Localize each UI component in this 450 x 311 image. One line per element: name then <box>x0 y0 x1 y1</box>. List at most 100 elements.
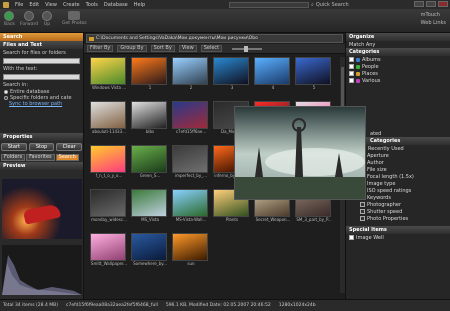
property-checkbox[interactable] <box>360 209 365 214</box>
maximize-button[interactable] <box>426 1 436 7</box>
properties-header[interactable]: Properties <box>0 133 83 141</box>
thumbnail-caption: 3 <box>230 85 234 90</box>
with-text-input[interactable] <box>3 74 80 80</box>
up-button[interactable]: Up <box>42 11 52 27</box>
categories-header: Categories <box>346 48 450 56</box>
thumbnail-item[interactable]: absuluti-11433... <box>90 101 128 141</box>
category-various[interactable]: Various <box>346 77 450 84</box>
menu-help[interactable]: Help <box>134 2 145 8</box>
menu-database[interactable]: Database <box>104 2 128 8</box>
thumbnail-caption: 2 <box>189 85 193 90</box>
slider-handle[interactable] <box>244 45 249 52</box>
clear-button[interactable]: Clear <box>56 143 83 151</box>
thumbnail-item[interactable]: blbs <box>131 101 169 141</box>
start-button[interactable]: Start <box>1 143 27 151</box>
thumbnail-image <box>172 101 208 129</box>
search-icon[interactable]: ⌕ <box>311 2 314 8</box>
sync-browser-link[interactable]: Sync to browser path <box>0 101 83 107</box>
group-by-button[interactable]: Group By <box>117 45 147 52</box>
menu-file[interactable]: File <box>15 2 23 8</box>
thumbnail-item[interactable]: MS-Vista-Wall... <box>172 189 210 229</box>
get-photos-button[interactable]: Get Photos <box>62 11 87 26</box>
thumbnail-item[interactable]: MS_Vista <box>131 189 169 229</box>
menu-view[interactable]: View <box>45 2 57 8</box>
thumbnail-item[interactable]: Windows Vista ... <box>90 57 128 97</box>
thumbnail-item[interactable]: 4 <box>254 57 292 97</box>
mtouch-link[interactable]: mTouch <box>421 11 446 19</box>
thumbnail-item[interactable]: monday_widesc... <box>90 189 128 229</box>
thumbnail-caption: Secret_Weapon... <box>255 217 291 222</box>
quick-search-input[interactable] <box>229 1 309 8</box>
back-button[interactable]: Back <box>4 11 15 27</box>
address-bar[interactable]: C:\Documents and Settings\VaDaka\Мои док… <box>86 34 343 43</box>
search-panel-header: Search <box>0 33 83 41</box>
property-checkbox[interactable] <box>360 202 365 207</box>
property-item[interactable]: Photographer <box>346 201 450 208</box>
search-for-input[interactable] <box>3 58 80 64</box>
preview-image <box>2 179 82 239</box>
search-buttons: Start Stop Clear <box>0 141 83 153</box>
people-checkbox[interactable] <box>349 64 354 69</box>
camera-icon <box>68 11 81 20</box>
thumbnail-item[interactable]: f_n_t_o_y_o... <box>90 145 128 185</box>
thumbnail-item[interactable]: 2 <box>172 57 210 97</box>
thumbnail-caption: sun <box>187 261 195 266</box>
thumbnail-item[interactable]: Somewhere_by... <box>131 233 169 273</box>
thumbnail-caption: Plants <box>225 217 239 222</box>
albums-checkbox[interactable] <box>349 57 354 62</box>
thumbnail-caption: monday_widesc... <box>91 217 127 222</box>
status-bar: Total 34 items (28.4 MB) c7efd15f6f9eaa0… <box>0 299 450 311</box>
thumbnail-item[interactable]: Green_S... <box>131 145 169 185</box>
thumbnail-item[interactable]: 5 <box>295 57 333 97</box>
thumbnail-image <box>172 233 208 261</box>
category-albums[interactable]: Albums <box>346 56 450 63</box>
thumbnail-item[interactable]: Smitt_Wallpaper... <box>90 233 128 273</box>
thumbnail-size-slider[interactable] <box>232 45 263 52</box>
close-button[interactable] <box>438 1 448 7</box>
stop-button[interactable]: Stop <box>28 143 55 151</box>
tab-favorites[interactable]: Favorites <box>26 154 55 161</box>
search-for-label: Search for files or folders <box>3 50 66 56</box>
various-checkbox[interactable] <box>349 78 354 83</box>
menu-edit[interactable]: Edit <box>29 2 39 8</box>
thumbnail-caption: 1 <box>148 85 152 90</box>
thumbnail-image <box>90 57 126 85</box>
category-places[interactable]: Places <box>346 70 450 77</box>
thumbnail-item[interactable]: sun <box>172 233 210 273</box>
menu-tools[interactable]: Tools <box>86 2 98 8</box>
up-arrow-icon <box>42 11 52 21</box>
thumbnail-caption: c7efd15ff6ae... <box>175 129 207 134</box>
web-links-link[interactable]: Web Links <box>421 19 446 27</box>
minimize-button[interactable] <box>414 1 424 7</box>
menu-create[interactable]: Create <box>63 2 80 8</box>
thumbnail-image <box>172 57 208 85</box>
tab-folders[interactable]: Folders <box>1 154 26 161</box>
thumbnail-caption: imperfect_by_... <box>174 173 207 178</box>
property-checkbox[interactable] <box>360 216 365 221</box>
status-dims: 1280x1024x24b <box>278 303 316 308</box>
places-checkbox[interactable] <box>349 71 354 76</box>
tab-search[interactable]: Search <box>55 154 79 161</box>
select-button[interactable]: Select <box>200 45 223 52</box>
thumbnail-item[interactable]: imperfect_by_... <box>172 145 210 185</box>
quick-search-label: Quick Search <box>315 1 349 8</box>
image-well-checkbox[interactable] <box>349 235 354 240</box>
thumbnail-image <box>131 145 167 173</box>
property-item[interactable]: Shutter speed <box>346 208 450 215</box>
filter-by-button[interactable]: Filter By <box>87 45 114 52</box>
thumbnail-item[interactable]: 3 <box>213 57 251 97</box>
property-item[interactable]: Photo Properties <box>346 215 450 222</box>
organize-header: Organize <box>346 33 450 41</box>
back-arrow-icon <box>4 11 15 21</box>
thumbnail-item[interactable]: 1 <box>131 57 169 97</box>
view-button[interactable]: View <box>178 45 197 52</box>
thumbnail-caption: SM_3_part_by_P... <box>296 217 332 222</box>
image-well-item[interactable]: Image Well <box>346 234 450 241</box>
match-any-row[interactable]: Match Any <box>346 41 450 48</box>
category-people[interactable]: People <box>346 63 450 70</box>
sort-by-button[interactable]: Sort By <box>150 45 175 52</box>
thumbnail-item[interactable]: c7efd15ff6ae... <box>172 101 210 141</box>
thumbnail-image <box>131 57 167 85</box>
car-shape <box>22 203 62 225</box>
forward-button[interactable]: Forward <box>20 11 38 27</box>
